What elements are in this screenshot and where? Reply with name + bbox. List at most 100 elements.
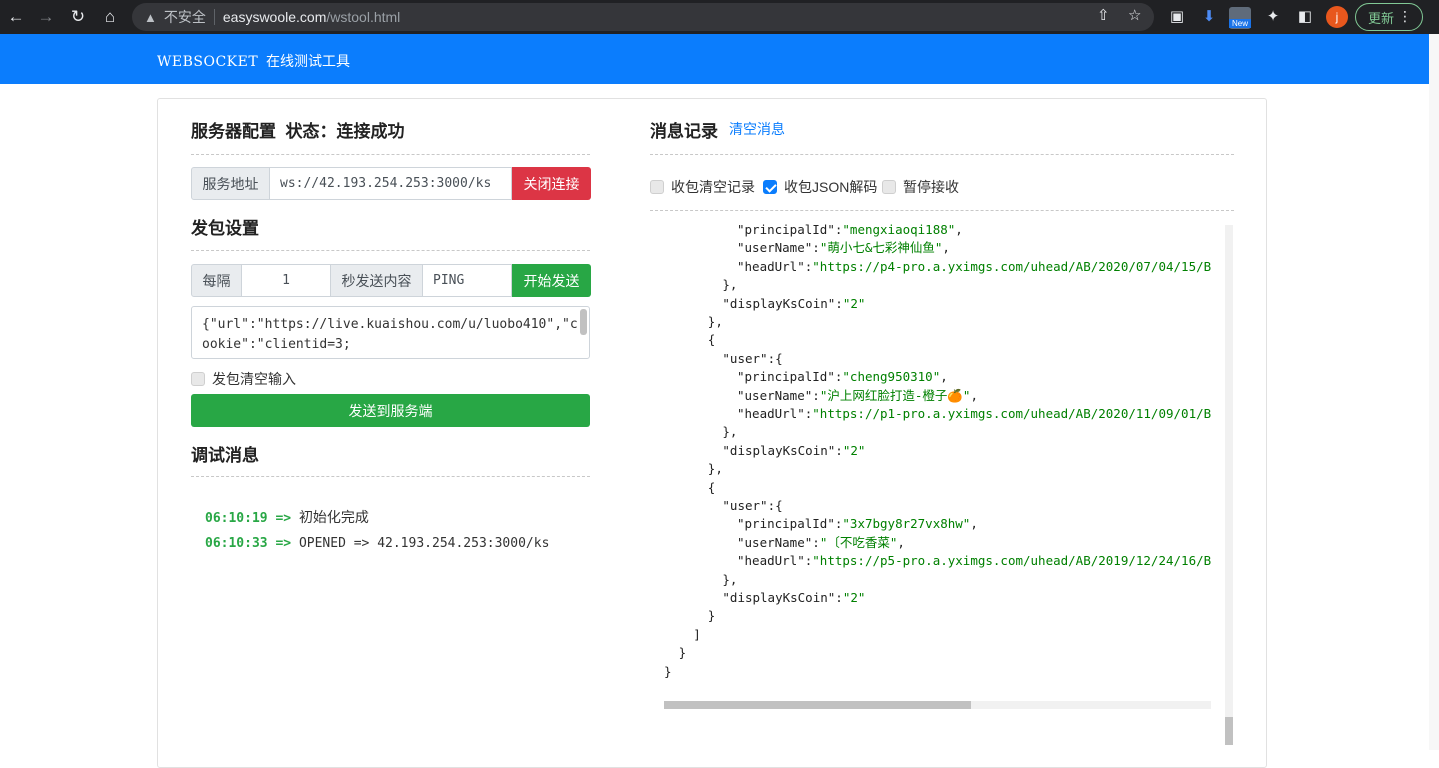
- divider: [191, 154, 590, 155]
- pause-label: 暂停接收: [903, 179, 959, 195]
- send-to-server-button[interactable]: 发送到服务端: [191, 394, 590, 427]
- json-line: "userName":"萌小七&七彩神仙鱼",: [737, 240, 950, 256]
- start-sending-button[interactable]: 开始发送: [512, 264, 591, 297]
- json-string-value: "https://p1-pro.a.yximgs.com/uhead/AB/20…: [812, 406, 1211, 421]
- json-message-viewer[interactable]: "principalId":"mengxiaoqi188", "userName"…: [664, 221, 1211, 709]
- page-scrollbar[interactable]: [1429, 34, 1439, 750]
- json-vertical-scrollbar[interactable]: [1225, 225, 1233, 745]
- json-string-value: "https://p5-pro.a.yximgs.com/uhead/AB/20…: [812, 553, 1211, 569]
- json-key: userName: [744, 534, 805, 550]
- pause-option[interactable]: 暂停接收: [882, 177, 959, 197]
- json-key: principalId: [744, 222, 828, 237]
- json-punctuation: }: [707, 608, 716, 624]
- json-string-value: "2": [842, 590, 866, 605]
- json-key: principalId: [744, 516, 828, 532]
- payload-textarea[interactable]: {"url":"https://live.kuaishou.com/u/luob…: [191, 306, 590, 359]
- home-icon[interactable]: ⌂: [98, 5, 122, 29]
- json-punctuation: },: [707, 314, 723, 329]
- json-key: userName: [744, 387, 805, 403]
- json-line: },: [722, 571, 737, 589]
- interval-send-group: 每隔 1 秒发送内容 PING 开始发送: [191, 264, 591, 297]
- status-value: 连接成功: [336, 122, 405, 141]
- divider: [650, 210, 1234, 211]
- json-line: },: [722, 423, 737, 441]
- status-label: 状态：: [285, 122, 337, 141]
- url-path: /wstool.html: [326, 9, 401, 25]
- json-horizontal-scrollbar[interactable]: [664, 701, 1211, 709]
- clear-input-checkbox[interactable]: [191, 372, 205, 386]
- clear-on-receive-label: 收包清空记录: [671, 179, 755, 195]
- json-line: {: [708, 479, 716, 497]
- json-string-value: "2": [842, 442, 866, 458]
- json-punctuation: :{: [767, 498, 783, 513]
- server-address-input[interactable]: ws://42.193.254.253:3000/ks: [270, 167, 512, 200]
- new-extension-icon[interactable]: New: [1229, 7, 1251, 29]
- clear-on-receive-checkbox[interactable]: [650, 180, 664, 194]
- clear-input-option[interactable]: 发包清空输入: [191, 369, 296, 389]
- json-key: user: [729, 350, 761, 366]
- seconds-content-label: 秒发送内容: [331, 264, 423, 297]
- json-line: },: [708, 313, 723, 331]
- json-line: "headUrl":"https://p5-pro.a.yximgs.com/u…: [737, 552, 1211, 570]
- json-line: ]: [693, 626, 701, 644]
- json-line: "displayKsCoin":"2": [722, 295, 866, 311]
- json-punctuation: ,: [970, 387, 978, 403]
- json-line: },: [708, 460, 723, 478]
- json-string-value: "〔不吃香菜": [819, 534, 898, 550]
- share-icon[interactable]: ⇧: [1097, 6, 1110, 24]
- json-line: }: [679, 644, 687, 662]
- send-settings-title: 发包设置: [191, 219, 259, 238]
- json-line: "displayKsCoin":"2": [722, 590, 866, 605]
- update-button[interactable]: 更新 ⋮: [1355, 3, 1423, 31]
- side-panel-icon[interactable]: ◧: [1295, 6, 1315, 26]
- json-key: headUrl: [744, 406, 798, 421]
- json-punctuation: :{: [767, 350, 783, 366]
- json-key: user: [729, 498, 761, 513]
- browser-toolbar: ← → ↻ ⌂ ▲ 不安全 easyswoole.com /wstool.htm…: [0, 0, 1439, 34]
- url-host: easyswoole.com: [222, 9, 327, 25]
- json-string-value: "沪上网红脸打造-橙子🍊": [819, 387, 971, 403]
- horizontal-scroll-thumb[interactable]: [664, 701, 971, 709]
- layers-extension-icon[interactable]: ⬇: [1199, 6, 1219, 26]
- insecure-label: 不安全: [163, 9, 206, 25]
- server-address-group: 服务地址 ws://42.193.254.253:3000/ks 关闭连接: [191, 167, 591, 200]
- every-label: 每隔: [191, 264, 242, 297]
- json-string-value: "mengxiaoqi188": [842, 222, 956, 237]
- json-key: userName: [744, 240, 805, 256]
- back-icon[interactable]: ←: [4, 5, 28, 29]
- json-decode-option[interactable]: 收包JSON解码: [763, 177, 877, 197]
- json-string-value: "https://p4-pro.a.yximgs.com/uhead/AB/20…: [812, 258, 1211, 274]
- clear-on-receive-option[interactable]: 收包清空记录: [650, 177, 755, 197]
- interval-input[interactable]: 1: [242, 264, 331, 297]
- log-arrow: =>: [275, 511, 292, 526]
- pause-checkbox[interactable]: [882, 180, 896, 194]
- log-line: 06:10:33 => OPENED => 42.193.254.253:300…: [205, 536, 549, 551]
- close-connection-button[interactable]: 关闭连接: [512, 167, 591, 200]
- reader-extension-icon[interactable]: ▣: [1167, 6, 1187, 26]
- bookmark-star-icon[interactable]: ☆: [1128, 6, 1141, 24]
- forward-icon[interactable]: →: [34, 5, 58, 29]
- puzzle-extensions-icon[interactable]: ✦: [1263, 6, 1283, 26]
- json-string-value: "萌小七&七彩神仙鱼": [819, 240, 943, 256]
- json-decode-checkbox[interactable]: [763, 180, 777, 194]
- textarea-scrollbar[interactable]: [580, 309, 587, 335]
- clear-messages-link[interactable]: 清空消息: [729, 119, 785, 139]
- json-punctuation: ,: [897, 534, 905, 550]
- json-punctuation: {: [707, 479, 716, 495]
- log-arrow: =>: [275, 536, 292, 551]
- json-line: "headUrl":"https://p1-pro.a.yximgs.com/u…: [737, 405, 1211, 423]
- divider: [650, 154, 1234, 155]
- clear-input-label: 发包清空输入: [212, 371, 296, 387]
- profile-avatar[interactable]: j: [1326, 6, 1348, 28]
- json-key: displayKsCoin: [729, 442, 828, 458]
- new-badge-label: New: [1229, 19, 1251, 28]
- address-bar[interactable]: ▲ 不安全 easyswoole.com /wstool.html: [132, 3, 1154, 31]
- vertical-scroll-thumb[interactable]: [1225, 717, 1233, 745]
- json-line: "principalId":"mengxiaoqi188",: [737, 222, 963, 237]
- divider: [191, 476, 590, 477]
- reload-icon[interactable]: ↻: [66, 5, 90, 29]
- json-line: "userName":"沪上网红脸打造-橙子🍊",: [737, 387, 978, 403]
- json-line: "principalId":"3x7bgy8r27vx8hw",: [737, 516, 978, 532]
- menu-dots-icon[interactable]: ⋮: [1398, 8, 1412, 25]
- send-content-input[interactable]: PING: [423, 264, 512, 297]
